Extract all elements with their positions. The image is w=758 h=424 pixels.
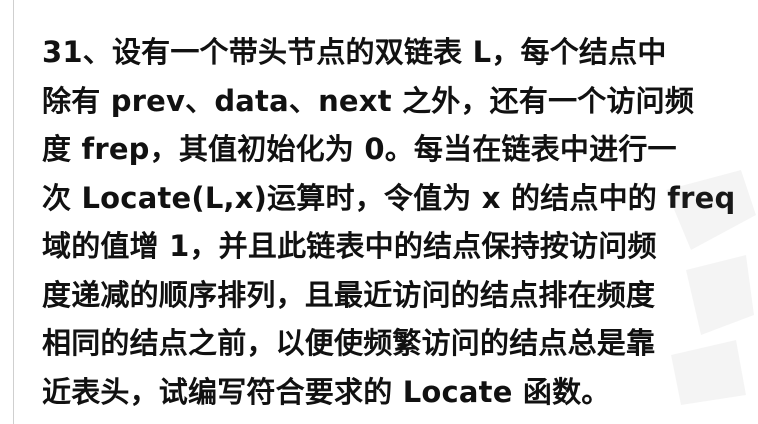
question-line-2: 除有 prev、data、next 之外，还有一个访问频: [42, 83, 695, 118]
question-line-5: 域的值增 1，并且此链表中的结点保持按访问频: [42, 229, 657, 263]
question-line-8: 近表头，试编写符合要求的 Locate 函数。: [42, 374, 611, 409]
document-page: 31、设有一个带头节点的双链表 L，每个结点中 除有 prev、data、nex…: [0, 0, 758, 424]
question-line-7: 相同的结点之前，以便使频繁访问的结点总是靠: [42, 326, 656, 360]
question-text: 31、设有一个带头节点的双链表 L，每个结点中 除有 prev、data、nex…: [42, 28, 742, 416]
left-margin-rule: [13, 0, 14, 424]
question-line-4: 次 Locate(L,x)运算时，令值为 x 的结点中的 freq: [42, 180, 736, 215]
question-line-3: 度 frep，其值初始化为 0。每当在链表中进行一: [42, 132, 677, 166]
question-line-6: 度递减的顺序排列，且最近访问的结点排在频度: [42, 277, 656, 312]
question-line-1: 31、设有一个带头节点的双链表 L，每个结点中: [42, 35, 667, 69]
